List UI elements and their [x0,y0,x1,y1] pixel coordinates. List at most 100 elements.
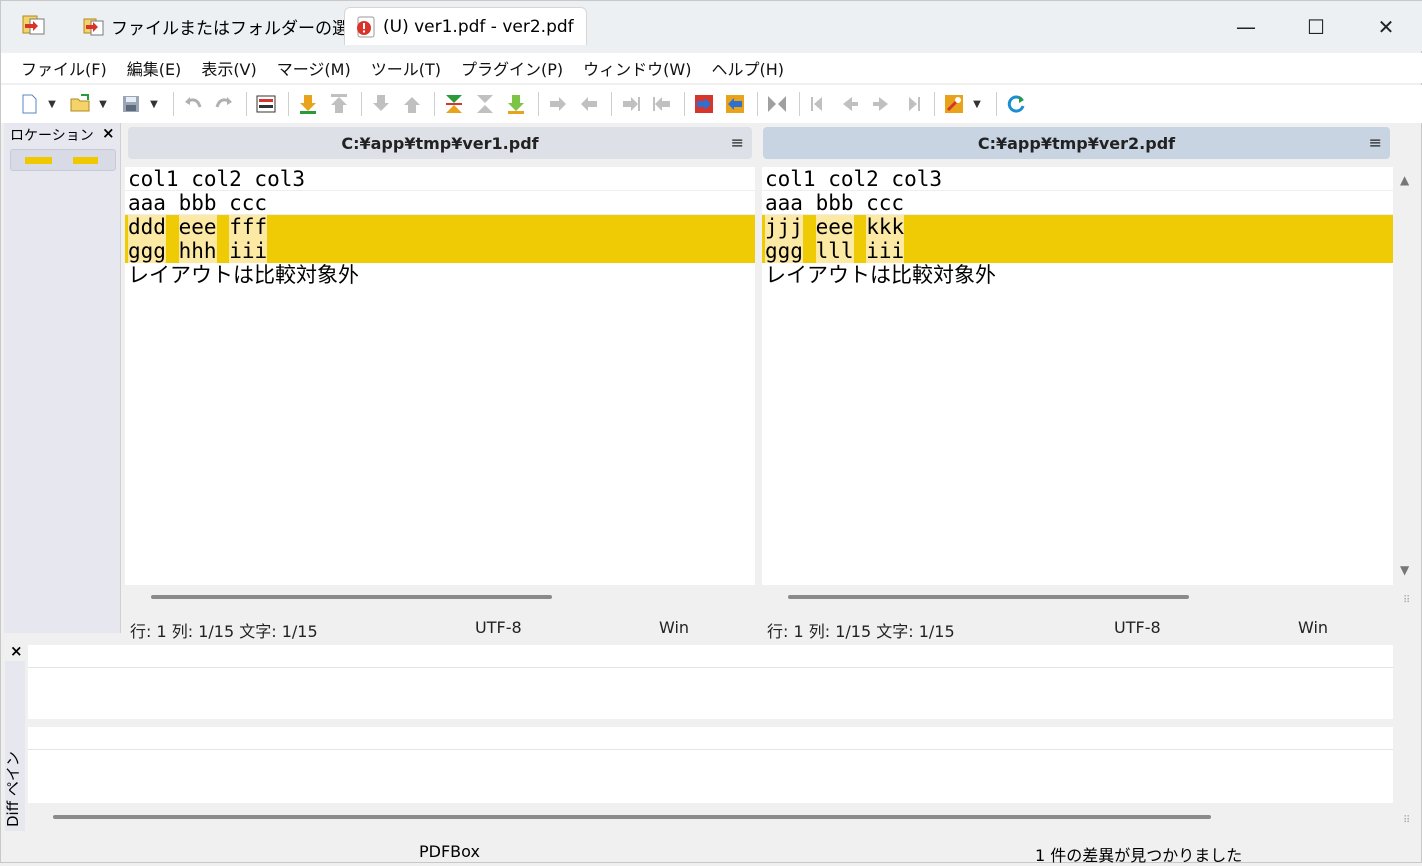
first-change-icon[interactable] [440,90,468,118]
tab-select-files[interactable]: ファイルまたはフォルダーの選択 [73,7,378,45]
new-dropdown-icon[interactable]: ▼ [46,99,58,110]
redo-icon[interactable] [210,90,238,118]
copy-left-advance-icon[interactable] [648,90,676,118]
first-line-icon[interactable] [805,90,833,118]
left-encoding: UTF-8 [475,618,522,637]
editor-line: レイアウトは比較対象外 [128,263,359,287]
menu-window[interactable]: ウィンドウ(W) [575,56,699,80]
right-eol: Win [1298,618,1329,637]
left-cursor-position: 行: 1 列: 1/15 文字: 1/15 [130,622,318,641]
last-line-icon[interactable] [898,90,926,118]
toolbar-separator [684,92,685,116]
diff-map-icon[interactable] [252,90,280,118]
toolbar-separator [434,92,435,116]
editor-line: col1 col2 col3 [762,167,1393,191]
toolbar-separator [361,92,362,116]
copy-all-right-icon[interactable] [690,90,718,118]
left-status-bar: 行: 1 列: 1/15 文字: 1/15 UTF-8 Win [125,615,755,641]
resize-grip-icon: ⠿ [1403,815,1411,826]
options-icon[interactable] [940,90,968,118]
menu-edit[interactable]: 編集(E) [119,56,190,80]
minimize-button[interactable]: — [1216,7,1276,47]
left-horizontal-scrollbar[interactable] [151,595,552,599]
first-diff-icon[interactable] [367,90,395,118]
resize-grip-icon: ⠿ [1403,595,1411,606]
options-dropdown-icon[interactable]: ▼ [971,99,983,110]
toolbar-separator [757,92,758,116]
toolbar-separator [996,92,997,116]
save-icon[interactable] [117,90,145,118]
scroll-up-arrow-icon[interactable]: ▲ [1400,173,1409,187]
menu-tools[interactable]: ツール(T) [363,56,449,80]
diff-word: ggg [765,239,803,263]
toolbar-separator [799,92,800,116]
location-diff-marker [73,157,98,164]
prev-diff-icon[interactable] [325,90,353,118]
title-bar: ファイルまたはフォルダーの選択 (U) ver1.pdf - ver2.pdf … [1,1,1422,51]
current-diff-icon[interactable] [398,90,426,118]
maximize-button[interactable]: ☐ [1286,7,1346,47]
left-file-header[interactable]: C:¥app¥tmp¥ver1.pdf ≡ [128,127,752,159]
merge-icon[interactable] [763,90,791,118]
diff-word: hhh [178,239,217,263]
open-folder-icon[interactable] [66,90,94,118]
editor-line-diff: ggg hhh iii [125,239,755,263]
next-line-icon[interactable] [867,90,895,118]
diff-word: ggg [128,239,166,263]
toolbar-separator [538,92,539,116]
editor-line-diff: jjj eee kkk [762,215,1393,239]
copy-all-left-icon[interactable] [721,90,749,118]
location-diff-marker [25,157,52,164]
copy-right-advance-icon[interactable] [617,90,645,118]
save-dropdown-icon[interactable]: ▼ [148,99,160,110]
menu-merge[interactable]: マージ(M) [269,56,359,80]
menu-file[interactable]: ファイル(F) [13,56,115,80]
editor-line: aaa bbb ccc [762,191,1393,215]
right-file-header[interactable]: C:¥app¥tmp¥ver2.pdf ≡ [763,127,1390,159]
close-button[interactable]: ✕ [1356,7,1416,47]
diff-pane-horizontal-scrollbar[interactable] [53,815,1211,819]
diff-pane-line [28,645,1393,668]
right-editor[interactable]: col1 col2 col3 aaa bbb ccc jjj eee kkk g… [762,167,1393,585]
right-horizontal-scrollbar[interactable] [788,595,1189,599]
menu-help[interactable]: ヘルプ(H) [703,56,792,80]
diff-word: lll [815,239,854,263]
last-change-icon[interactable] [502,90,530,118]
folder-compare-icon [83,18,104,36]
tab-label: (U) ver1.pdf - ver2.pdf [383,16,574,37]
diff-pane-title: Diff ペイン [4,751,22,827]
left-editor[interactable]: col1 col2 col3 aaa bbb ccc ddd eee fff g… [125,167,755,585]
right-pane-menu-icon[interactable]: ≡ [1369,133,1382,152]
editor-line-diff: ddd eee fff [125,215,755,239]
current-change-icon[interactable] [471,90,499,118]
menu-view[interactable]: 表示(V) [193,56,264,80]
location-pane-close-icon[interactable]: × [102,124,115,142]
editor-line: aaa bbb ccc [125,191,755,215]
open-dropdown-icon[interactable]: ▼ [97,99,109,110]
diff-word: jjj [765,215,803,239]
plugin-name: PDFBox [419,842,480,861]
toolbar-separator [288,92,289,116]
scroll-down-arrow-icon[interactable]: ▼ [1400,563,1409,577]
copy-right-icon[interactable] [544,90,572,118]
new-file-icon[interactable] [15,90,43,118]
diff-word: iii [229,239,268,263]
left-pane-menu-icon[interactable]: ≡ [731,133,744,152]
undo-icon[interactable] [179,90,207,118]
tab-compare-pdf[interactable]: (U) ver1.pdf - ver2.pdf [344,7,587,45]
left-eol: Win [659,618,690,637]
right-file-path: C:¥app¥tmp¥ver2.pdf [977,133,1176,153]
next-diff-icon[interactable] [294,90,322,118]
refresh-icon[interactable] [1002,90,1030,118]
prev-line-icon[interactable] [836,90,864,118]
location-pane-title: ロケーション ペイン [10,128,96,144]
diff-pane-right[interactable] [28,727,1393,803]
diff-pane-left[interactable] [28,645,1393,719]
copy-left-icon[interactable] [575,90,603,118]
menu-bar: ファイル(F) 編集(E) 表示(V) マージ(M) ツール(T) プラグイン(… [1,53,1422,83]
editor-line-diff: ggg lll iii [762,239,1393,263]
location-map[interactable] [10,149,116,171]
toolbar-separator [611,92,612,116]
editor-line: レイアウトは比較対象外 [765,263,996,287]
menu-plugins[interactable]: プラグイン(P) [453,56,571,80]
